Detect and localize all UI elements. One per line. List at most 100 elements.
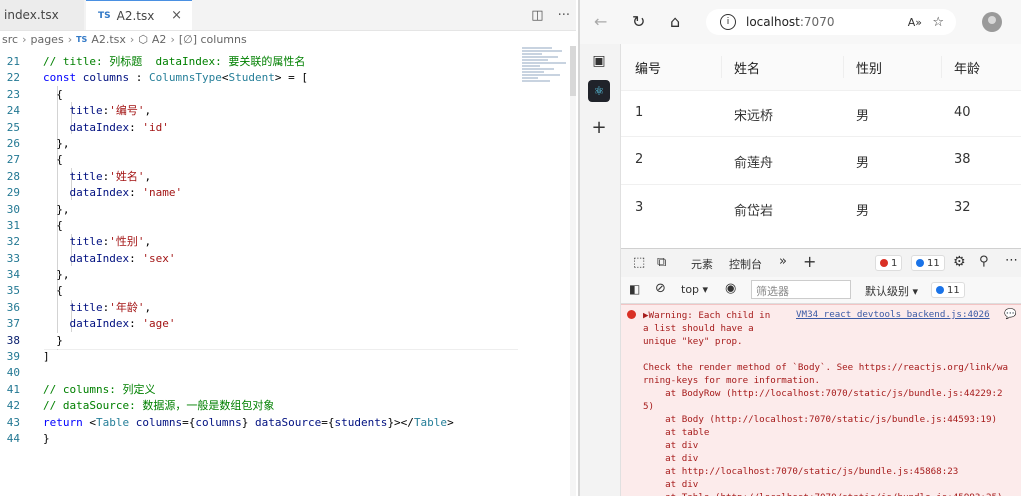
line-number: 21 — [6, 55, 20, 68]
code-line[interactable]: 34 }, — [0, 267, 518, 283]
more-options-icon[interactable]: ⋯ — [1005, 253, 1018, 268]
context-select[interactable]: top ▾ — [681, 283, 708, 296]
line-number: 35 — [6, 284, 20, 298]
code-line[interactable]: 38 } — [0, 332, 518, 350]
add-tab-icon[interactable]: + — [588, 116, 610, 138]
favorite-icon[interactable]: ☆ — [932, 15, 944, 30]
react-devtools-icon[interactable]: ⚛ — [588, 80, 610, 102]
code-line[interactable]: 42 // dataSource: 数据源，一般是数组包对象 — [0, 398, 518, 414]
info-icon[interactable]: i — [720, 14, 736, 30]
line-number: 39 — [6, 350, 20, 364]
code-line[interactable]: 44} — [0, 431, 518, 447]
close-icon[interactable]: × — [171, 8, 182, 23]
code-text: return <Table columns={columns} dataSour… — [43, 415, 454, 429]
code-line[interactable]: 31 { — [0, 218, 518, 234]
code-line[interactable]: 36 title:'年龄', — [0, 300, 518, 316]
line-number: 31 — [6, 218, 20, 232]
code-line[interactable]: 32 title:'性别', — [0, 234, 518, 250]
tab-a2-tsx[interactable]: TS A2.tsx × — [86, 0, 192, 30]
code-line[interactable]: 33 dataIndex: 'sex' — [0, 251, 518, 267]
table-cell: 男 — [856, 204, 870, 219]
line-number: 29 — [6, 186, 20, 200]
code-line[interactable]: 25 dataIndex: 'id' — [0, 120, 518, 136]
console-filterbar: ◧ ⊘ top ▾ ◉ 筛选器 默认级别 ▾ 11 — [621, 277, 1021, 304]
tab-elements[interactable]: 元素 — [691, 256, 713, 272]
console-line: unique "key" prop. — [643, 336, 743, 347]
source-link[interactable]: VM34 react_devtools_backend.js:4026 — [796, 309, 990, 320]
back-icon[interactable]: ← — [594, 12, 607, 31]
table-cell: 男 — [856, 109, 870, 124]
code-text: const columns : ColumnsType<Student> = [ — [43, 71, 308, 85]
code-text: { — [43, 87, 63, 101]
editor-scrollbar[interactable] — [570, 46, 576, 496]
breadcrumb-item[interactable]: A2 — [152, 33, 167, 46]
breadcrumb-item[interactable]: pages — [30, 33, 63, 46]
avatar[interactable] — [982, 12, 1002, 32]
connect-icon[interactable]: ⚲ — [979, 254, 989, 269]
column-header: 编号 — [635, 62, 662, 77]
line-number: 44 — [6, 431, 20, 445]
message-count-badge[interactable]: 11 — [911, 255, 945, 271]
eye-icon[interactable]: ◉ — [725, 281, 736, 296]
line-number: 24 — [6, 104, 20, 118]
code-line[interactable]: 29 dataIndex: 'name' — [0, 185, 518, 201]
code-line[interactable]: 43 return <Table columns={columns} dataSo… — [0, 415, 518, 431]
code-text: // title: 列标题 dataIndex: 要关联的属性名 — [43, 55, 306, 68]
error-count-badge[interactable]: 1 — [875, 255, 903, 271]
line-number: 38 — [6, 333, 20, 347]
address-bar[interactable]: i localhost:7070 A» ☆ — [706, 9, 956, 35]
console-line: at http://localhost:7070/static/js/bundl… — [643, 466, 959, 477]
breadcrumb-item[interactable]: [∅] columns — [179, 33, 247, 46]
typescript-icon: TS — [76, 34, 88, 44]
code-line[interactable]: 22 const columns : ColumnsType<Student> =… — [0, 70, 518, 86]
page-content: 编号 姓名 性别 年龄 1 宋远桥 男 40 2 俞莲舟 男 38 3 俞岱岩 … — [621, 44, 1021, 248]
code-line[interactable]: 27 { — [0, 152, 518, 168]
split-editor-icon[interactable]: ◫ — [531, 8, 543, 23]
console-line: at div — [643, 453, 699, 464]
message-count-badge[interactable]: 11 — [931, 282, 965, 298]
minimap[interactable] — [522, 46, 570, 106]
browser-toolbar: ← ↻ ⌂ i localhost:7070 A» ☆ — [580, 0, 1021, 45]
tab-console[interactable]: 控制台 — [729, 256, 762, 279]
code-line[interactable]: 40 — [0, 365, 518, 381]
line-number: 36 — [6, 300, 20, 314]
column-header: 姓名 — [734, 62, 761, 77]
message-icon[interactable]: 💬 — [1004, 309, 1016, 320]
device-toggle-icon[interactable]: ⬚ — [633, 255, 645, 270]
filter-input[interactable]: 筛选器 — [751, 280, 851, 299]
table-cell: 2 — [635, 152, 644, 167]
sidebar-toggle-icon[interactable]: ◧ — [629, 282, 640, 296]
code-line[interactable]: 21 // title: 列标题 dataIndex: 要关联的属性名 — [0, 54, 518, 70]
code-line[interactable]: 30 }, — [0, 202, 518, 218]
code-editor: index.tsx TS A2.tsx × ◫ ··· src › pages › … — [0, 0, 576, 496]
breadcrumb-item[interactable]: A2.tsx — [91, 33, 126, 46]
clear-console-icon[interactable]: ⊘ — [655, 281, 666, 296]
line-number: 33 — [6, 251, 20, 265]
log-level-select[interactable]: 默认级别 ▾ — [865, 283, 918, 299]
settings-gear-icon[interactable]: ⚙ — [953, 254, 966, 270]
add-panel-icon[interactable]: + — [803, 252, 816, 271]
code-line[interactable]: 41 // columns: 列定义 — [0, 382, 518, 398]
more-tabs-icon[interactable]: » — [779, 254, 787, 269]
code-lines[interactable]: 21 // title: 列标题 dataIndex: 要关联的属性名 22 cons… — [0, 54, 518, 447]
code-line[interactable]: 39] — [0, 349, 518, 365]
tab-actions-icon[interactable]: ▣ — [588, 50, 610, 72]
inspect-icon[interactable]: ⧉ — [657, 255, 666, 270]
console-output[interactable]: VM34 react_devtools_backend.js:4026 💬 ▶W… — [621, 304, 1021, 496]
line-number: 43 — [6, 415, 20, 429]
code-text: dataIndex: 'age' — [69, 317, 176, 331]
read-aloud-icon[interactable]: A» — [908, 16, 922, 29]
refresh-icon[interactable]: ↻ — [632, 12, 645, 31]
code-line[interactable]: 37 dataIndex: 'age' — [0, 316, 518, 332]
code-line[interactable]: 24 title:'编号', — [0, 103, 518, 119]
code-line[interactable]: 28 title:'姓名', — [0, 169, 518, 185]
code-line[interactable]: 23 { — [0, 87, 518, 103]
code-line[interactable]: 35 { — [0, 283, 518, 299]
tab-index-tsx[interactable]: index.tsx — [0, 0, 84, 30]
home-icon[interactable]: ⌂ — [670, 12, 680, 31]
more-actions-icon[interactable]: ··· — [558, 8, 570, 23]
breadcrumb-item[interactable]: src — [2, 33, 18, 46]
code-text: dataIndex: 'id' — [69, 120, 169, 134]
editor-scroll-thumb[interactable] — [570, 46, 576, 96]
code-line[interactable]: 26 }, — [0, 136, 518, 152]
